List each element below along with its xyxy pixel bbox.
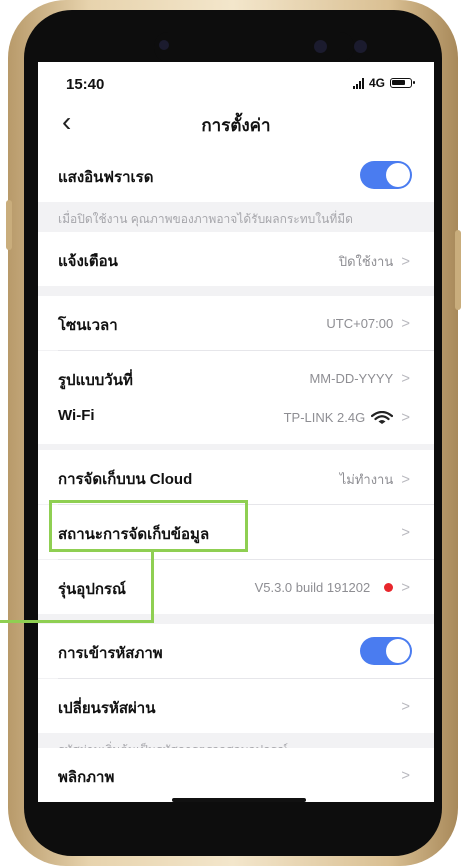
- camera-icon: [354, 40, 367, 53]
- chevron-right-icon: >: [401, 767, 410, 784]
- page-title: การตั้งค่า: [201, 116, 271, 135]
- flip-image-label: พลิกภาพ: [58, 769, 115, 786]
- infrared-hint: เมื่อปิดใช้งาน คุณภาพของภาพอาจได้รับผลกร…: [38, 202, 434, 234]
- change-password-label: เปลี่ยนรหัสผ่าน: [58, 700, 156, 717]
- date-format-value: MM-DD-YYYY: [309, 371, 394, 386]
- flip-image-value-wrap: >: [399, 767, 410, 784]
- highlight-box: [49, 500, 248, 552]
- setting-cloud[interactable]: การจัดเก็บบน Cloud ไม่ทำงาน >: [38, 450, 434, 504]
- setting-alert[interactable]: แจ้งเตือน ปิดใช้งาน >: [38, 232, 434, 286]
- top-bar: 15:40 4G ‹ การตั้งค่า: [38, 62, 434, 156]
- date-format-value-wrap: MM-DD-YYYY >: [309, 370, 410, 387]
- setting-change-password[interactable]: เปลี่ยนรหัสผ่าน >: [38, 679, 434, 733]
- chevron-right-icon: >: [401, 579, 410, 596]
- update-dot-icon: [384, 583, 394, 592]
- status-time: 15:40: [66, 76, 105, 93]
- image-encryption-label: การเข้ารหัสภาพ: [58, 645, 163, 662]
- setting-wifi[interactable]: Wi-Fi TP-LINK 2.4G >: [38, 390, 434, 444]
- infrared-label: แสงอินฟราเรด: [58, 169, 154, 186]
- storage-status-value-wrap: >: [399, 524, 410, 541]
- infrared-hint-text: เมื่อปิดใช้งาน คุณภาพของภาพอาจได้รับผลกร…: [58, 212, 353, 226]
- infrared-toggle[interactable]: [360, 161, 412, 189]
- camera-icon: [314, 40, 327, 53]
- setting-flip-image[interactable]: พลิกภาพ >: [38, 748, 434, 802]
- status-icons: 4G: [352, 76, 415, 90]
- alert-label: แจ้งเตือน: [58, 253, 118, 270]
- setting-image-encryption: การเข้ารหัสภาพ: [38, 624, 434, 678]
- battery-icon: [390, 78, 415, 88]
- wifi-icon: [371, 410, 394, 424]
- device-model-value: V5.3.0 build 191202: [254, 580, 371, 595]
- wifi-value: TP-LINK 2.4G: [283, 410, 366, 425]
- cloud-value: ไม่ทำงาน: [339, 472, 394, 487]
- wifi-value-wrap: TP-LINK 2.4G >: [284, 409, 410, 426]
- timezone-label: โซนเวลา: [58, 317, 118, 334]
- cloud-value-wrap: ไม่ทำงาน >: [340, 469, 410, 490]
- setting-device-model[interactable]: รุ่นอุปกรณ์ V5.3.0 build 191202 >: [38, 560, 434, 614]
- sensor-icon: [159, 40, 169, 50]
- device-model-value-wrap: V5.3.0 build 191202 >: [255, 579, 410, 596]
- signal-icon: [352, 77, 364, 89]
- chevron-right-icon: >: [401, 471, 410, 488]
- cloud-label: การจัดเก็บบน Cloud: [58, 471, 193, 488]
- device-model-label: รุ่นอุปกรณ์: [58, 581, 126, 598]
- chevron-right-icon: >: [401, 409, 410, 426]
- timezone-value: UTC+07:00: [326, 316, 394, 331]
- app-screen: 15:40 4G ‹ การตั้งค่า แสงอินฟราเรด เมื่อ…: [38, 62, 434, 802]
- setting-infrared: แสงอินฟราเรด: [38, 148, 434, 202]
- change-password-value-wrap: >: [399, 698, 410, 715]
- highlight-connector: [0, 620, 154, 623]
- timezone-value-wrap: UTC+07:00 >: [326, 315, 410, 332]
- volume-button: [6, 200, 12, 250]
- setting-timezone[interactable]: โซนเวลา UTC+07:00 >: [38, 296, 434, 350]
- chevron-right-icon: >: [401, 370, 410, 387]
- home-indicator: [172, 798, 306, 802]
- chevron-right-icon: >: [401, 698, 410, 715]
- chevron-right-icon: >: [401, 524, 410, 541]
- chevron-right-icon: >: [401, 253, 410, 270]
- alert-value: ปิดใช้งาน: [338, 254, 394, 269]
- date-format-label: รูปแบบวันที่: [58, 372, 133, 389]
- chevron-right-icon: >: [401, 315, 410, 332]
- highlight-connector: [151, 549, 154, 623]
- power-button: [455, 230, 461, 310]
- alert-value-wrap: ปิดใช้งาน >: [339, 251, 410, 272]
- network-label: 4G: [368, 76, 385, 90]
- wifi-label: Wi-Fi: [58, 407, 95, 424]
- image-encryption-toggle[interactable]: [360, 637, 412, 665]
